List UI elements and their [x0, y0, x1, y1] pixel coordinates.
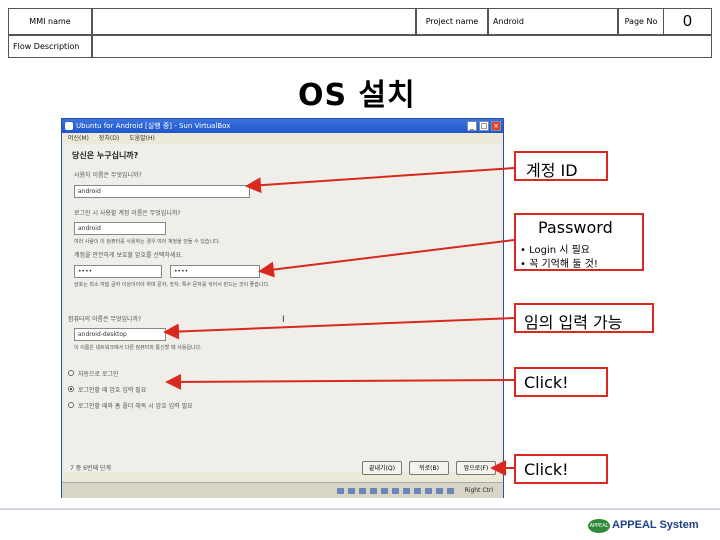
callout-click-radio: Click! — [514, 367, 608, 397]
callout-password-bullet-1: • Login 시 필요 — [520, 245, 591, 256]
footer-line — [0, 508, 720, 510]
callout-password-bullet-2: • 꼭 기억해 둘 것! — [520, 259, 598, 270]
appeal-logo-icon: APPEAL — [588, 519, 610, 533]
callout-optional-input: 임의 입력 가능 — [514, 303, 654, 333]
arrow-account-id — [245, 167, 515, 194]
arrow-computer-name — [163, 317, 515, 340]
callout-click-next-text: Click! — [524, 460, 569, 479]
callout-password: Password • Login 시 필요 • 꼭 기억해 둘 것! — [514, 213, 644, 271]
footer-logo-text: APPEAL System — [612, 519, 699, 531]
callout-click-next: Click! — [514, 454, 608, 484]
callout-account-id-text: 계정 ID — [526, 161, 578, 180]
callout-account-id: 계정 ID — [514, 151, 608, 181]
arrow-password — [258, 239, 515, 278]
callout-click-radio-text: Click! — [524, 373, 569, 392]
arrow-radio-click — [165, 373, 515, 390]
callout-optional-input-text: 임의 입력 가능 — [524, 313, 623, 332]
callout-password-title: Password — [538, 218, 613, 237]
